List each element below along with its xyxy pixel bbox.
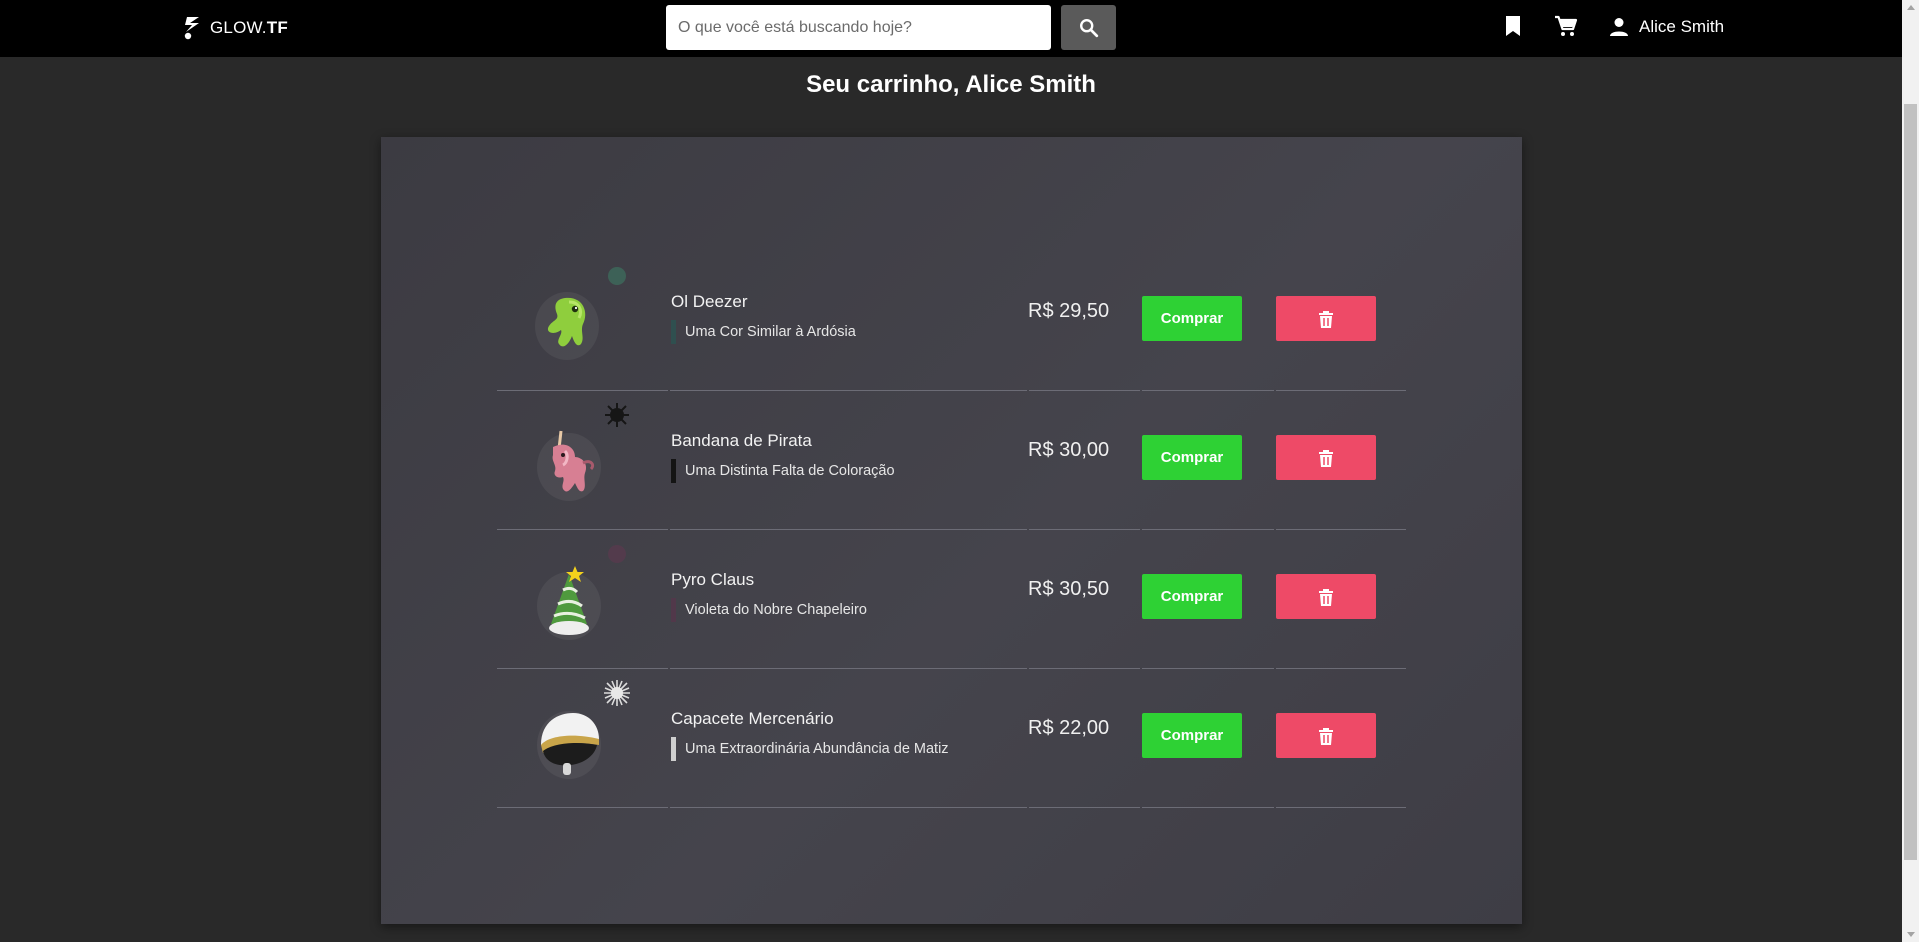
cart-row: Pyro Claus Violeta do Nobre Chapeleiro R… [497, 530, 1406, 669]
item-name[interactable]: Ol Deezer [671, 292, 748, 312]
user-icon [1610, 18, 1628, 36]
trash-icon [1319, 449, 1333, 467]
page-scrollbar[interactable] [1902, 0, 1919, 942]
row-divider [1029, 807, 1140, 808]
bookmark-icon [1506, 16, 1520, 36]
trash-icon [1319, 727, 1333, 745]
row-divider [497, 807, 668, 808]
buy-button[interactable]: Comprar [1142, 574, 1242, 619]
page-title: Seu carrinho, Alice Smith [806, 71, 1096, 98]
cart-row: Capacete Mercenário Uma Extraordinária A… [497, 669, 1406, 808]
scroll-up-arrow-icon[interactable] [1907, 5, 1915, 10]
paint-color-swatch [671, 737, 676, 761]
user-name: Alice Smith [1639, 17, 1725, 36]
effect-icon [605, 403, 629, 427]
logo-text: GLOW.TF [210, 18, 288, 37]
effect-icon [608, 545, 626, 563]
scroll-down-arrow-icon[interactable] [1907, 932, 1915, 937]
cart-row: Ol Deezer Uma Cor Similar à Ardósia R$ 2… [497, 252, 1406, 391]
item-price: R$ 30,50 [1028, 578, 1110, 600]
lightning-icon [184, 17, 199, 40]
delete-button[interactable] [1276, 713, 1376, 758]
search-input[interactable] [666, 5, 1051, 50]
item-name[interactable]: Bandana de Pirata [671, 431, 812, 451]
cart-icon [1555, 15, 1578, 36]
user-menu[interactable]: Alice Smith [1609, 14, 1724, 40]
item-price: R$ 22,00 [1028, 717, 1110, 739]
item-name[interactable]: Pyro Claus [671, 570, 754, 590]
delete-button[interactable] [1276, 435, 1376, 480]
paint-color-swatch [671, 459, 676, 483]
bookmark-button[interactable] [1501, 14, 1525, 38]
paint-name: Uma Extraordinária Abundância de Matiz [685, 741, 949, 757]
effect-icon [604, 680, 630, 706]
site-logo[interactable]: GLOW.TF [182, 13, 288, 43]
delete-button[interactable] [1276, 574, 1376, 619]
paint-name: Uma Cor Similar à Ardósia [685, 324, 856, 340]
paint-name: Violeta do Nobre Chapeleiro [685, 602, 867, 618]
item-image-pink-unicorn [537, 430, 601, 501]
cart-row: Bandana de Pirata Uma Distinta Falta de … [497, 391, 1406, 530]
scrollbar-thumb[interactable] [1904, 104, 1917, 860]
paint-color-swatch [671, 320, 676, 344]
effect-icon [608, 267, 626, 285]
item-image-helmet [537, 711, 601, 779]
delete-button[interactable] [1276, 296, 1376, 341]
cart-panel: Ol Deezer Uma Cor Similar à Ardósia R$ 2… [381, 137, 1522, 924]
paint-name: Uma Distinta Falta de Coloração [685, 463, 895, 479]
paint-color-swatch [671, 598, 676, 622]
item-image-green-blob [535, 292, 599, 360]
row-divider [1142, 807, 1274, 808]
item-name[interactable]: Capacete Mercenário [671, 709, 834, 729]
row-divider [1276, 807, 1406, 808]
search-icon [1079, 18, 1098, 37]
cart-button[interactable] [1554, 14, 1578, 38]
buy-button[interactable]: Comprar [1142, 296, 1242, 341]
item-image-christmas-hat [537, 566, 601, 640]
search-button[interactable] [1061, 5, 1116, 50]
top-navbar: GLOW.TF Alice Smith [0, 0, 1902, 57]
item-price: R$ 30,00 [1028, 439, 1110, 461]
buy-button[interactable]: Comprar [1142, 713, 1242, 758]
item-price: R$ 29,50 [1028, 300, 1110, 322]
buy-button[interactable]: Comprar [1142, 435, 1242, 480]
trash-icon [1319, 310, 1333, 328]
row-divider [670, 807, 1027, 808]
trash-icon [1319, 588, 1333, 606]
